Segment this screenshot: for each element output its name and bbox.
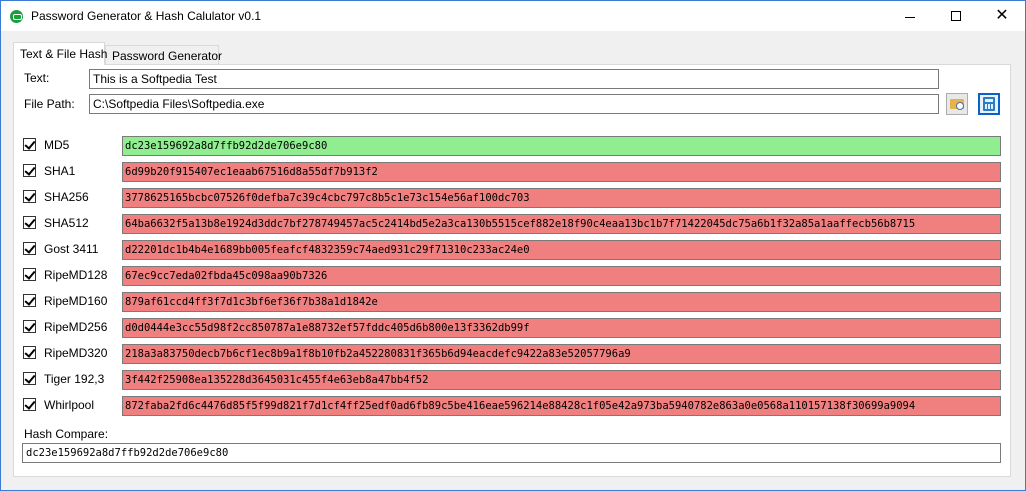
hash-value[interactable]: 6d99b20f915407ec1eaab67516d8a55df7b913f2 [122,162,1001,182]
calculate-button[interactable] [978,93,1000,115]
ripemd256-checkbox[interactable] [23,320,36,333]
ripemd160-checkbox[interactable] [23,294,36,307]
maximize-icon [951,11,961,21]
maximize-button[interactable] [933,1,979,31]
md5-checkbox[interactable] [23,138,36,151]
ripemd320-checkbox[interactable] [23,346,36,359]
hash-value[interactable]: d0d0444e3cc55d98f2cc850787a1e88732ef57fd… [122,318,1001,338]
hash-compare-input[interactable]: dc23e159692a8d7ffb92d2de706e9c80 [22,443,1001,463]
hash-row-ripemd256: RipeMD256 d0d0444e3cc55d98f2cc850787a1e8… [23,318,1003,338]
tab-text-file-hash[interactable]: Text & File Hash [13,42,107,65]
hash-value[interactable]: dc23e159692a8d7ffb92d2de706e9c80 [122,136,1001,156]
window-title: Password Generator & Hash Calulator v0.1 [31,9,262,23]
hash-row-sha1: SHA1 6d99b20f915407ec1eaab67516d8a55df7b… [23,162,1003,182]
hash-label: SHA1 [44,164,76,178]
whirlpool-checkbox[interactable] [23,398,36,411]
hash-row-ripemd128: RipeMD128 67ec9cc7eda02fbda45c098aa90b73… [23,266,1003,286]
hash-row-sha256: SHA256 3778625165bcbc07526f0defba7c39c4c… [23,188,1003,208]
hash-panel: Text: This is a Softpedia Test File Path… [13,64,1011,477]
browse-file-button[interactable] [946,93,968,115]
hash-label: Gost 3411 [44,242,99,256]
hash-label: RipeMD160 [44,294,108,308]
hash-value[interactable]: d22201dc1b4b4e1689bb005feafcf4832359c74a… [122,240,1001,260]
hash-value[interactable]: 67ec9cc7eda02fbda45c098aa90b7326 [122,266,1001,286]
close-button[interactable]: ✕ [979,1,1025,31]
app-window: Password Generator & Hash Calulator v0.1… [0,0,1026,491]
minimize-icon [905,16,915,18]
hash-label: RipeMD128 [44,268,108,282]
hash-label: Whirlpool [44,398,95,412]
hash-value[interactable]: 879af61ccd4ff3f7d1c3bf6ef36f7b38a1d1842e [122,292,1001,312]
tab-password-generator[interactable]: Password Generator [105,45,222,66]
text-label: Text: [24,71,50,85]
hash-value[interactable]: 872faba2fd6c4476d85f5f99d821f7d1cf4ff25e… [122,396,1001,416]
hash-row-gost-3411: Gost 3411 d22201dc1b4b4e1689bb005feafcf4… [23,240,1003,260]
tiger-checkbox[interactable] [23,372,36,385]
hash-row-ripemd320: RipeMD320 218a3a83750decb7b6cf1ec8b9a1f8… [23,344,1003,364]
file-path-input[interactable]: C:\Softpedia Files\Softpedia.exe [89,94,939,114]
hash-row-ripemd160: RipeMD160 879af61ccd4ff3f7d1c3bf6ef36f7b… [23,292,1003,312]
hash-label: RipeMD320 [44,346,108,360]
hash-row-sha512: SHA512 64ba6632f5a13b8e1924d3ddc7bf27874… [23,214,1003,234]
close-icon: ✕ [995,7,1009,24]
hash-value[interactable]: 64ba6632f5a13b8e1924d3ddc7bf278749457ac5… [122,214,1001,234]
hash-compare-label: Hash Compare: [24,427,109,441]
hash-row-whirlpool: Whirlpool 872faba2fd6c4476d85f5f99d821f7… [23,396,1003,416]
title-bar[interactable]: Password Generator & Hash Calulator v0.1… [1,1,1025,31]
hash-label: RipeMD256 [44,320,108,334]
hash-label: Tiger 192,3 [44,372,105,386]
hash-value[interactable]: 3778625165bcbc07526f0defba7c39c4cbc797c8… [122,188,1001,208]
app-icon [10,10,23,23]
sha256-checkbox[interactable] [23,190,36,203]
hash-value[interactable]: 218a3a83750decb7b6cf1ec8b9a1f8b10fb2a452… [122,344,1001,364]
calculator-icon [983,97,995,111]
text-input[interactable]: This is a Softpedia Test [89,69,939,89]
hash-label: SHA256 [44,190,89,204]
hash-label: MD5 [44,138,70,152]
folder-search-icon [950,99,964,110]
hash-row-md5: MD5 dc23e159692a8d7ffb92d2de706e9c80 [23,136,1003,156]
hash-row-tiger: Tiger 192,3 3f442f25908ea135228d3645031c… [23,370,1003,390]
sha512-checkbox[interactable] [23,216,36,229]
hash-label: SHA512 [44,216,89,230]
hash-value[interactable]: 3f442f25908ea135228d3645031c455f4e63eb8a… [122,370,1001,390]
file-path-label: File Path: [24,97,75,111]
ripemd128-checkbox[interactable] [23,268,36,281]
minimize-button[interactable] [887,1,933,31]
sha1-checkbox[interactable] [23,164,36,177]
gost-3411-checkbox[interactable] [23,242,36,255]
